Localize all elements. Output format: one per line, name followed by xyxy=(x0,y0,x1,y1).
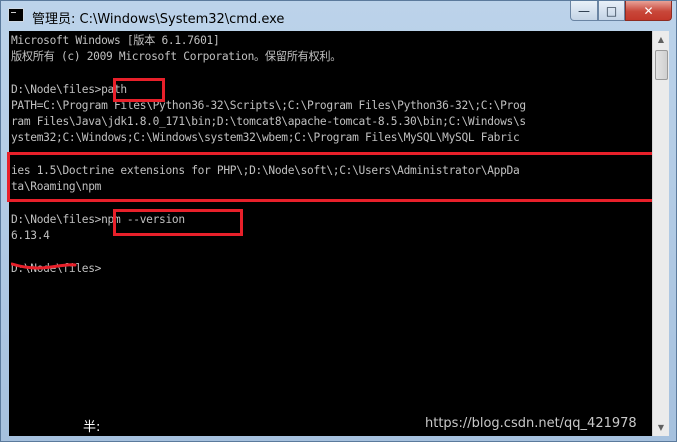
console-line: 6.13.4 xyxy=(11,229,50,242)
console-line: 版权所有 (c) 2009 Microsoft Corporation。保留所有… xyxy=(11,50,342,63)
minimize-button[interactable]: — xyxy=(570,1,598,21)
maximize-button[interactable]: □ xyxy=(598,1,625,21)
scroll-thumb[interactable] xyxy=(655,50,668,80)
highlight-box-path xyxy=(113,78,165,102)
red-underline-annotation xyxy=(11,262,77,270)
console-output[interactable]: Microsoft Windows [版本 6.1.7601] 版权所有 (c)… xyxy=(9,31,652,436)
window-title: 管理员: C:\Windows\System32\cmd.exe xyxy=(32,12,285,27)
title-bar[interactable]: 管理员: C:\Windows\System32\cmd.exe — □ ✕ xyxy=(1,1,676,31)
highlight-box-path-output xyxy=(7,152,663,202)
highlight-box-npm-version xyxy=(113,209,243,236)
console-line: ystem32;C:\Windows;C:\Windows\system32\w… xyxy=(11,131,520,144)
cmd-window: 管理员: C:\Windows\System32\cmd.exe — □ ✕ M… xyxy=(0,0,677,442)
vertical-scrollbar[interactable]: ▲ ▼ xyxy=(652,31,669,436)
console-line: ram Files\Java\jdk1.8.0_171\bin;D:\tomca… xyxy=(11,115,526,128)
console-line: Microsoft Windows [版本 6.1.7601] xyxy=(11,34,220,47)
watermark: https://blog.csdn.net/qq_421978 xyxy=(425,416,637,431)
scroll-up-arrow-icon[interactable]: ▲ xyxy=(653,31,669,48)
ime-status: 半: xyxy=(83,420,101,435)
cmd-app-icon[interactable] xyxy=(8,8,24,22)
scroll-down-arrow-icon[interactable]: ▼ xyxy=(653,419,669,436)
console-line: D:\Node\files>path xyxy=(11,83,127,96)
close-button[interactable]: ✕ xyxy=(625,1,672,21)
console-line: PATH=C:\Program Files\Python36-32\Script… xyxy=(11,99,526,112)
